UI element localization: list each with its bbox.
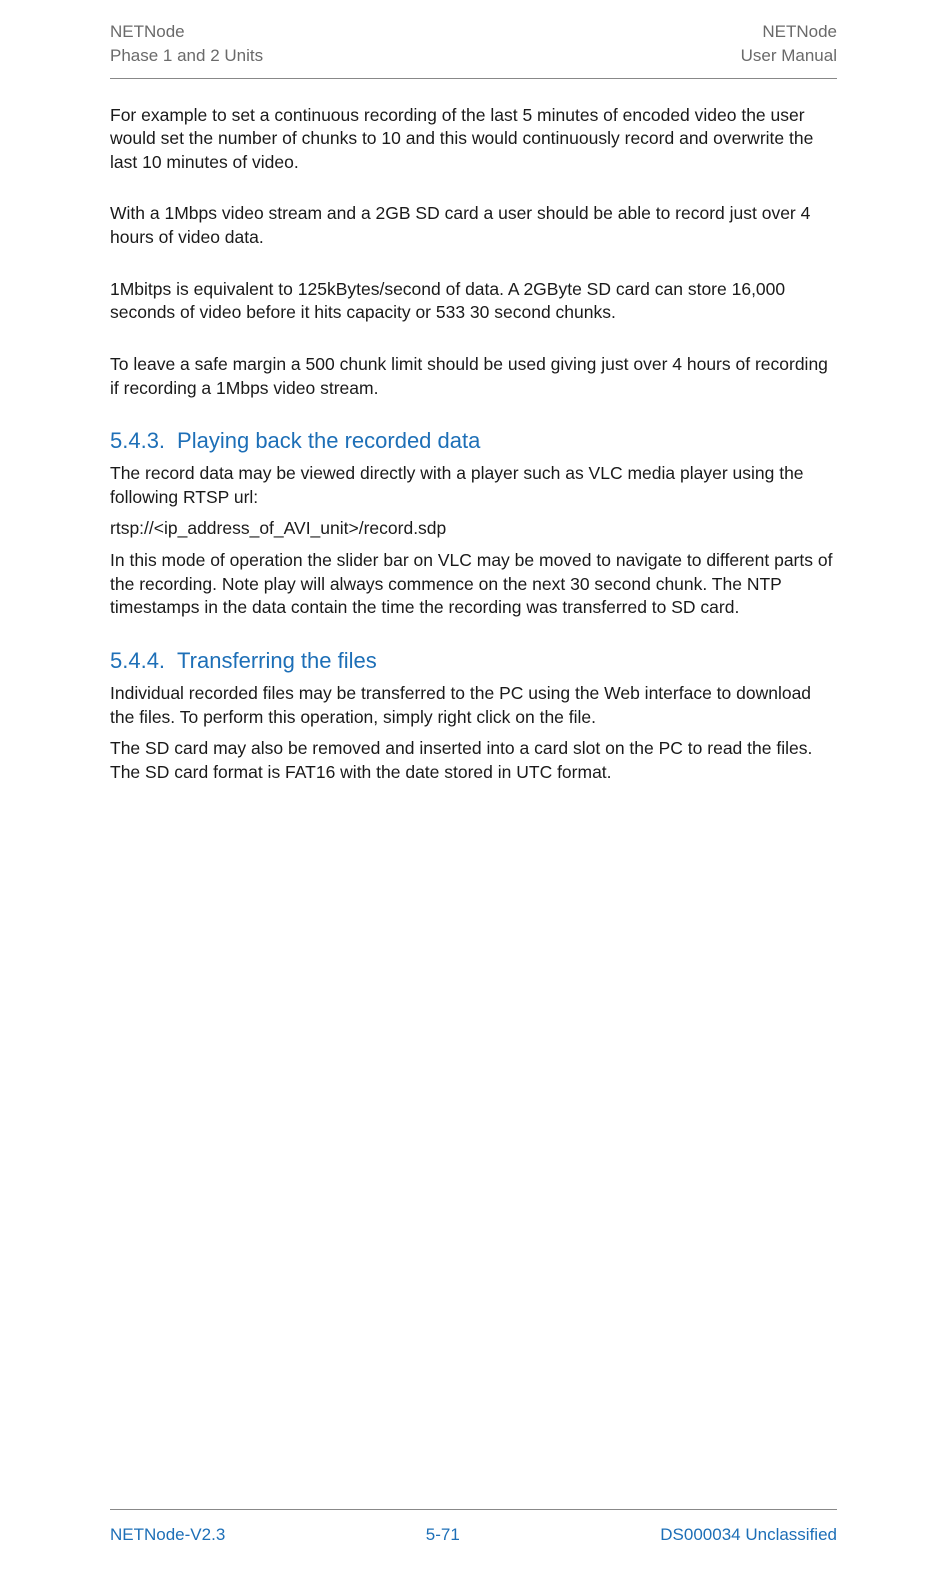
- section-number-2: 5.4.4.: [110, 648, 165, 673]
- header-doc-name: NETNode: [741, 20, 837, 44]
- header-left-group: NETNode Phase 1 and 2 Units: [110, 20, 263, 68]
- footer-version: NETNode-V2.3: [110, 1525, 225, 1545]
- header-doc-type: User Manual: [741, 44, 837, 68]
- header-product-name: NETNode: [110, 20, 263, 44]
- section-heading-playback: 5.4.3. Playing back the recorded data: [110, 428, 837, 454]
- page-content: NETNode Phase 1 and 2 Units NETNode User…: [0, 0, 947, 784]
- footer-doc-id: DS000034 Unclassified: [660, 1525, 837, 1545]
- paragraph-playback-1: The record data may be viewed directly w…: [110, 462, 837, 509]
- section-heading-transfer: 5.4.4. Transferring the files: [110, 648, 837, 674]
- paragraph-intro-4: To leave a safe margin a 500 chunk limit…: [110, 353, 837, 400]
- paragraph-transfer-1: Individual recorded files may be transfe…: [110, 682, 837, 729]
- section-number-1: 5.4.3.: [110, 428, 165, 453]
- section-title-2: Transferring the files: [177, 648, 377, 673]
- paragraph-transfer-2: The SD card may also be removed and inse…: [110, 737, 837, 784]
- paragraph-rtsp-url: rtsp://<ip_address_of_AVI_unit>/record.s…: [110, 517, 837, 541]
- paragraph-intro-3: 1Mbitps is equivalent to 125kBytes/secon…: [110, 278, 837, 325]
- header-right-group: NETNode User Manual: [741, 20, 837, 68]
- paragraph-playback-2: In this mode of operation the slider bar…: [110, 549, 837, 620]
- paragraph-intro-2: With a 1Mbps video stream and a 2GB SD c…: [110, 202, 837, 249]
- page-footer: NETNode-V2.3 5-71 DS000034 Unclassified: [110, 1509, 837, 1545]
- paragraph-intro-1: For example to set a continuous recordin…: [110, 104, 837, 175]
- section-title-1: Playing back the recorded data: [177, 428, 480, 453]
- footer-page-number: 5-71: [426, 1525, 460, 1545]
- header-product-subtitle: Phase 1 and 2 Units: [110, 44, 263, 68]
- page-header: NETNode Phase 1 and 2 Units NETNode User…: [110, 20, 837, 79]
